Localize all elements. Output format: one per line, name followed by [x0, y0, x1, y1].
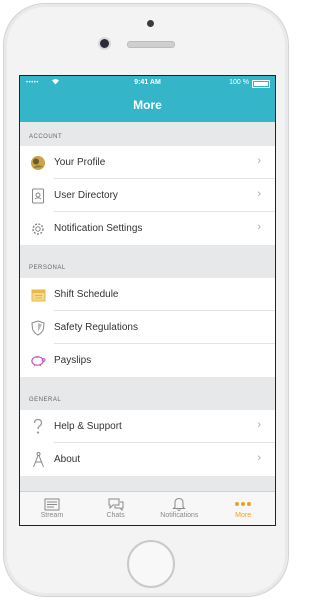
tab-label: Stream — [40, 512, 64, 519]
menu-item-notification-settings[interactable]: Notification Settings › — [20, 212, 275, 245]
piggy-bank-icon — [30, 353, 46, 369]
tab-notifications[interactable]: Notifications — [148, 492, 212, 525]
menu-item-label: Help & Support — [54, 421, 122, 432]
menu-item-your-profile[interactable]: Your Profile › — [20, 146, 275, 179]
directory-icon — [30, 188, 46, 204]
menu-item-help-support[interactable]: Help & Support › — [20, 410, 275, 443]
menu-item-label: Your Profile — [54, 157, 106, 168]
chevron-right-icon: › — [257, 221, 261, 233]
bell-icon — [172, 496, 187, 512]
menu-item-about[interactable]: About › — [20, 443, 275, 476]
compass-icon — [30, 452, 46, 468]
question-icon — [30, 418, 46, 435]
menu-item-payslips[interactable]: Payslips — [20, 344, 275, 377]
app-screen: ••••• 9:41 AM 100 % More ACCOUNT Your Pr… — [19, 75, 276, 526]
chevron-right-icon: › — [257, 155, 261, 167]
menu-item-label: Payslips — [54, 355, 92, 366]
front-camera — [100, 39, 109, 48]
tab-label: More — [235, 512, 252, 519]
calendar-icon — [30, 287, 46, 303]
menu-item-label: Shift Schedule — [54, 289, 119, 300]
tab-label: Chats — [106, 512, 125, 519]
section-header-general: GENERAL — [20, 377, 275, 410]
menu-item-user-directory[interactable]: User Directory › — [20, 179, 275, 212]
tab-label: Notifications — [160, 512, 199, 519]
tab-chats[interactable]: Chats — [84, 492, 148, 525]
chevron-right-icon: › — [257, 452, 261, 464]
avatar-icon — [30, 155, 46, 171]
menu-item-label: Notification Settings — [54, 223, 143, 234]
chevron-right-icon: › — [257, 188, 261, 200]
stream-icon — [44, 496, 60, 512]
home-button[interactable] — [127, 540, 175, 588]
menu-item-label: User Directory — [54, 190, 118, 201]
battery-percent: 100 % — [229, 79, 249, 86]
tab-bar: Stream Chats Notifications More — [20, 491, 275, 525]
menu-item-label: About — [54, 454, 81, 465]
gear-icon — [30, 221, 46, 237]
menu-item-shift-schedule[interactable]: Shift Schedule — [20, 278, 275, 311]
menu-item-safety-regulations[interactable]: Safety Regulations — [20, 311, 275, 344]
status-bar: ••••• 9:41 AM 100 % — [20, 76, 275, 90]
earpiece-speaker — [127, 41, 175, 48]
tab-more[interactable]: More — [211, 492, 275, 525]
shield-icon — [30, 319, 46, 336]
section-header-personal: PERSONAL — [20, 245, 275, 278]
tab-stream[interactable]: Stream — [20, 492, 84, 525]
more-dots-icon — [234, 496, 252, 512]
chevron-right-icon: › — [257, 419, 261, 431]
chat-bubble-icon — [107, 496, 125, 512]
page-title: More — [20, 90, 275, 122]
menu-item-label: Safety Regulations — [54, 322, 138, 333]
proximity-sensor — [147, 20, 154, 27]
battery-icon — [252, 80, 270, 88]
section-header-account: ACCOUNT — [20, 122, 275, 146]
